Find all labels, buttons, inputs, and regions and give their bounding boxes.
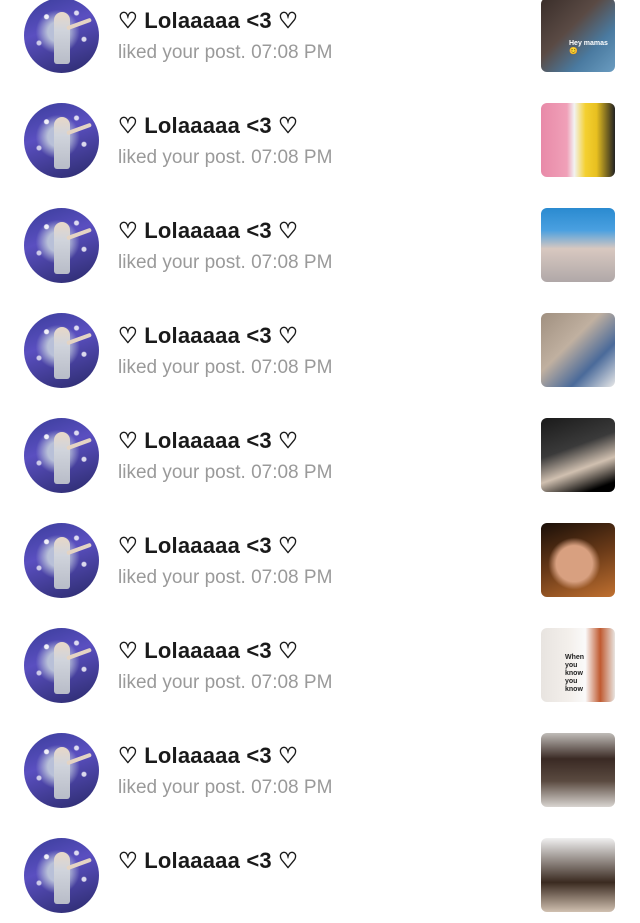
notification-row[interactable]: ♡ Lolaaaaa <3 ♡ liked your post. 07:08 P…	[0, 713, 640, 818]
post-thumbnail[interactable]	[541, 103, 615, 177]
username[interactable]: ♡ Lolaaaaa <3 ♡	[118, 848, 298, 874]
avatar[interactable]	[24, 313, 99, 388]
notification-text: liked your post. 07:08 PM	[118, 42, 333, 63]
avatar-figure	[54, 852, 70, 904]
username[interactable]: ♡ Lolaaaaa <3 ♡	[118, 638, 298, 664]
notification-text: liked your post. 07:08 PM	[118, 567, 333, 588]
notification-list: ♡ Lolaaaaa <3 ♡ liked your post. 07:08 P…	[0, 0, 640, 923]
notification-text: liked your post. 07:08 PM	[118, 357, 333, 378]
notification-text: liked your post. 07:08 PM	[118, 252, 333, 273]
username[interactable]: ♡ Lolaaaaa <3 ♡	[118, 743, 298, 769]
avatar[interactable]	[24, 0, 99, 73]
thumbnail-caption: When you know you know	[565, 654, 585, 693]
post-thumbnail[interactable]	[541, 418, 615, 492]
post-thumbnail[interactable]	[541, 838, 615, 912]
username[interactable]: ♡ Lolaaaaa <3 ♡	[118, 113, 298, 139]
notification-text: liked your post. 07:08 PM	[118, 672, 333, 693]
notification-text: liked your post. 07:08 PM	[118, 147, 333, 168]
avatar[interactable]	[24, 103, 99, 178]
avatar-figure	[54, 432, 70, 484]
avatar-figure	[54, 642, 70, 694]
post-thumbnail[interactable]: When you know you know	[541, 628, 615, 702]
avatar-figure	[54, 117, 70, 169]
notification-row[interactable]: ♡ Lolaaaaa <3 ♡ liked your post. 07:08 P…	[0, 293, 640, 398]
username[interactable]: ♡ Lolaaaaa <3 ♡	[118, 323, 298, 349]
notification-row[interactable]: ♡ Lolaaaaa <3 ♡ liked your post. 07:08 P…	[0, 188, 640, 293]
username[interactable]: ♡ Lolaaaaa <3 ♡	[118, 428, 298, 454]
post-thumbnail[interactable]	[541, 313, 615, 387]
username[interactable]: ♡ Lolaaaaa <3 ♡	[118, 8, 298, 34]
post-thumbnail[interactable]	[541, 208, 615, 282]
notification-row[interactable]: ♡ Lolaaaaa <3 ♡ liked your post. 07:08 P…	[0, 0, 640, 83]
notification-text: liked your post. 07:08 PM	[118, 777, 333, 798]
avatar[interactable]	[24, 523, 99, 598]
avatar[interactable]	[24, 838, 99, 913]
avatar-figure	[54, 222, 70, 274]
post-thumbnail[interactable]: Hey mamas 😊	[541, 0, 615, 72]
thumbnail-caption: Hey mamas 😊	[569, 40, 608, 55]
notification-row[interactable]: ♡ Lolaaaaa <3 ♡ liked your post. 07:08 P…	[0, 83, 640, 188]
username[interactable]: ♡ Lolaaaaa <3 ♡	[118, 218, 298, 244]
avatar[interactable]	[24, 733, 99, 808]
notification-row[interactable]: ♡ Lolaaaaa <3 ♡	[0, 818, 640, 923]
avatar-figure	[54, 747, 70, 799]
notification-row[interactable]: ♡ Lolaaaaa <3 ♡ liked your post. 07:08 P…	[0, 398, 640, 503]
notification-row[interactable]: ♡ Lolaaaaa <3 ♡ liked your post. 07:08 P…	[0, 503, 640, 608]
notification-row[interactable]: ♡ Lolaaaaa <3 ♡ liked your post. 07:08 P…	[0, 608, 640, 713]
username[interactable]: ♡ Lolaaaaa <3 ♡	[118, 533, 298, 559]
avatar-figure	[54, 12, 70, 64]
avatar[interactable]	[24, 418, 99, 493]
post-thumbnail[interactable]	[541, 733, 615, 807]
post-thumbnail[interactable]	[541, 523, 615, 597]
avatar[interactable]	[24, 208, 99, 283]
avatar[interactable]	[24, 628, 99, 703]
avatar-figure	[54, 537, 70, 589]
avatar-figure	[54, 327, 70, 379]
notification-text: liked your post. 07:08 PM	[118, 462, 333, 483]
